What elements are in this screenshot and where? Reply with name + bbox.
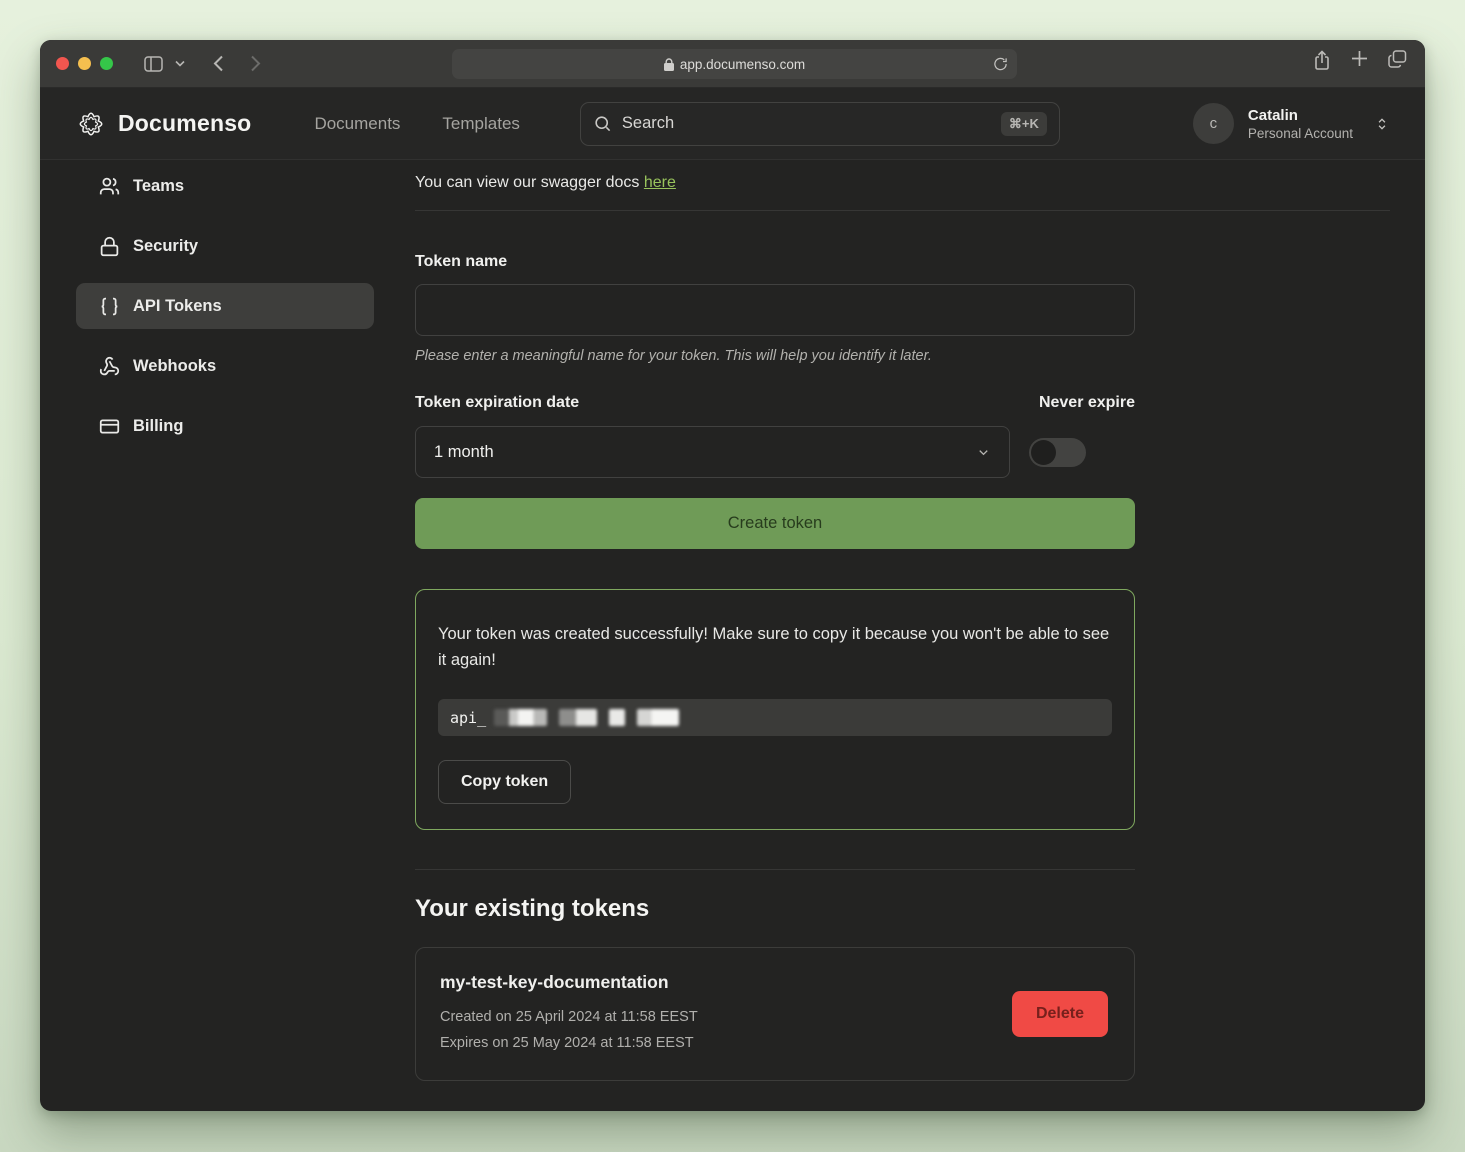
search-placeholder: Search [622, 114, 674, 133]
sidebar-toggle-icon[interactable] [141, 53, 166, 75]
sidebar-item-billing[interactable]: Billing [76, 403, 374, 449]
nav-templates[interactable]: Templates [442, 114, 519, 134]
brand-name: Documenso [118, 110, 251, 137]
token-expiration-label: Token expiration date [415, 394, 579, 412]
documenso-logo-icon [76, 109, 106, 139]
back-button-icon[interactable] [210, 52, 227, 75]
credit-card-icon [99, 416, 120, 437]
sidebar-item-security[interactable]: Security [76, 223, 374, 269]
expiration-select-value: 1 month [434, 443, 494, 462]
token-name-label: Token name [415, 253, 1135, 271]
lock-icon [664, 58, 674, 71]
swagger-docs-text: You can view our swagger docs here [415, 174, 1390, 192]
new-tab-icon[interactable] [1351, 50, 1368, 71]
lock-icon [99, 236, 120, 257]
account-type: Personal Account [1248, 126, 1353, 141]
zoom-window-button[interactable] [100, 57, 113, 70]
copy-token-button[interactable]: Copy token [438, 760, 571, 804]
forward-button-icon[interactable] [247, 52, 264, 75]
redacted-token-blocks [494, 709, 679, 726]
api-tokens-page: You can view our swagger docs here Token… [375, 160, 1425, 1111]
token-name-text: my-test-key-documentation [440, 972, 698, 993]
chevron-down-icon [976, 445, 991, 460]
existing-token-card: my-test-key-documentation Created on 25 … [415, 947, 1135, 1081]
share-icon[interactable] [1313, 50, 1331, 71]
token-name-input[interactable] [415, 284, 1135, 336]
toggle-knob [1031, 440, 1056, 465]
sidebar-item-label: Billing [133, 417, 183, 436]
search-shortcut-badge: ⌘+K [1001, 112, 1047, 136]
sidebar-item-api-tokens[interactable]: API Tokens [76, 283, 374, 329]
chevrons-up-down-icon [1375, 115, 1389, 133]
account-menu[interactable]: c Catalin Personal Account [1193, 103, 1389, 144]
tab-overview-icon[interactable] [1388, 50, 1407, 71]
create-token-button[interactable]: Create token [415, 498, 1135, 549]
reload-icon[interactable] [993, 56, 1008, 72]
account-name: Catalin [1248, 106, 1353, 126]
traffic-lights [56, 57, 113, 70]
existing-tokens-heading: Your existing tokens [415, 895, 1135, 923]
avatar: c [1193, 103, 1234, 144]
sidebar-item-label: Webhooks [133, 357, 216, 376]
nav-documents[interactable]: Documents [314, 114, 400, 134]
brand[interactable]: Documenso [76, 109, 251, 139]
token-name-help-text: Please enter a meaningful name for your … [415, 348, 1135, 364]
close-window-button[interactable] [56, 57, 69, 70]
minimize-window-button[interactable] [78, 57, 91, 70]
app-header: Documenso Documents Templates Search ⌘+K… [40, 88, 1425, 160]
token-created-message: Your token was created successfully! Mak… [438, 622, 1112, 673]
never-expire-label: Never expire [1039, 394, 1135, 412]
sidebar-item-label: Security [133, 237, 198, 256]
token-value-field[interactable]: api_ [438, 699, 1112, 736]
divider [415, 210, 1390, 211]
sidebar-item-label: Teams [133, 177, 184, 196]
settings-sidebar: Teams Security API Tokens Webhooks [40, 160, 375, 1111]
search-input[interactable]: Search ⌘+K [580, 102, 1060, 146]
top-navigation: Documents Templates [314, 114, 519, 134]
token-created-alert: Your token was created successfully! Mak… [415, 589, 1135, 830]
token-created-text: Created on 25 April 2024 at 11:58 EEST [440, 1005, 698, 1030]
browser-window: app.documenso.com [40, 40, 1425, 1111]
users-icon [99, 176, 120, 197]
token-prefix-text: api_ [450, 709, 486, 727]
webhook-icon [99, 356, 120, 377]
delete-token-button[interactable]: Delete [1012, 991, 1108, 1037]
address-bar[interactable]: app.documenso.com [452, 49, 1017, 79]
browser-chrome: app.documenso.com [40, 40, 1425, 88]
expiration-select[interactable]: 1 month [415, 426, 1010, 478]
search-icon [593, 114, 612, 133]
sidebar-item-teams[interactable]: Teams [76, 163, 374, 209]
divider [415, 869, 1135, 870]
sidebar-dropdown-chevron-icon[interactable] [172, 57, 188, 70]
url-text: app.documenso.com [680, 57, 805, 72]
sidebar-item-webhooks[interactable]: Webhooks [76, 343, 374, 389]
braces-icon [99, 296, 120, 317]
sidebar-item-label: API Tokens [133, 297, 222, 316]
never-expire-toggle[interactable] [1029, 438, 1086, 467]
swagger-docs-link[interactable]: here [644, 174, 676, 191]
token-expires-text: Expires on 25 May 2024 at 11:58 EEST [440, 1031, 698, 1056]
